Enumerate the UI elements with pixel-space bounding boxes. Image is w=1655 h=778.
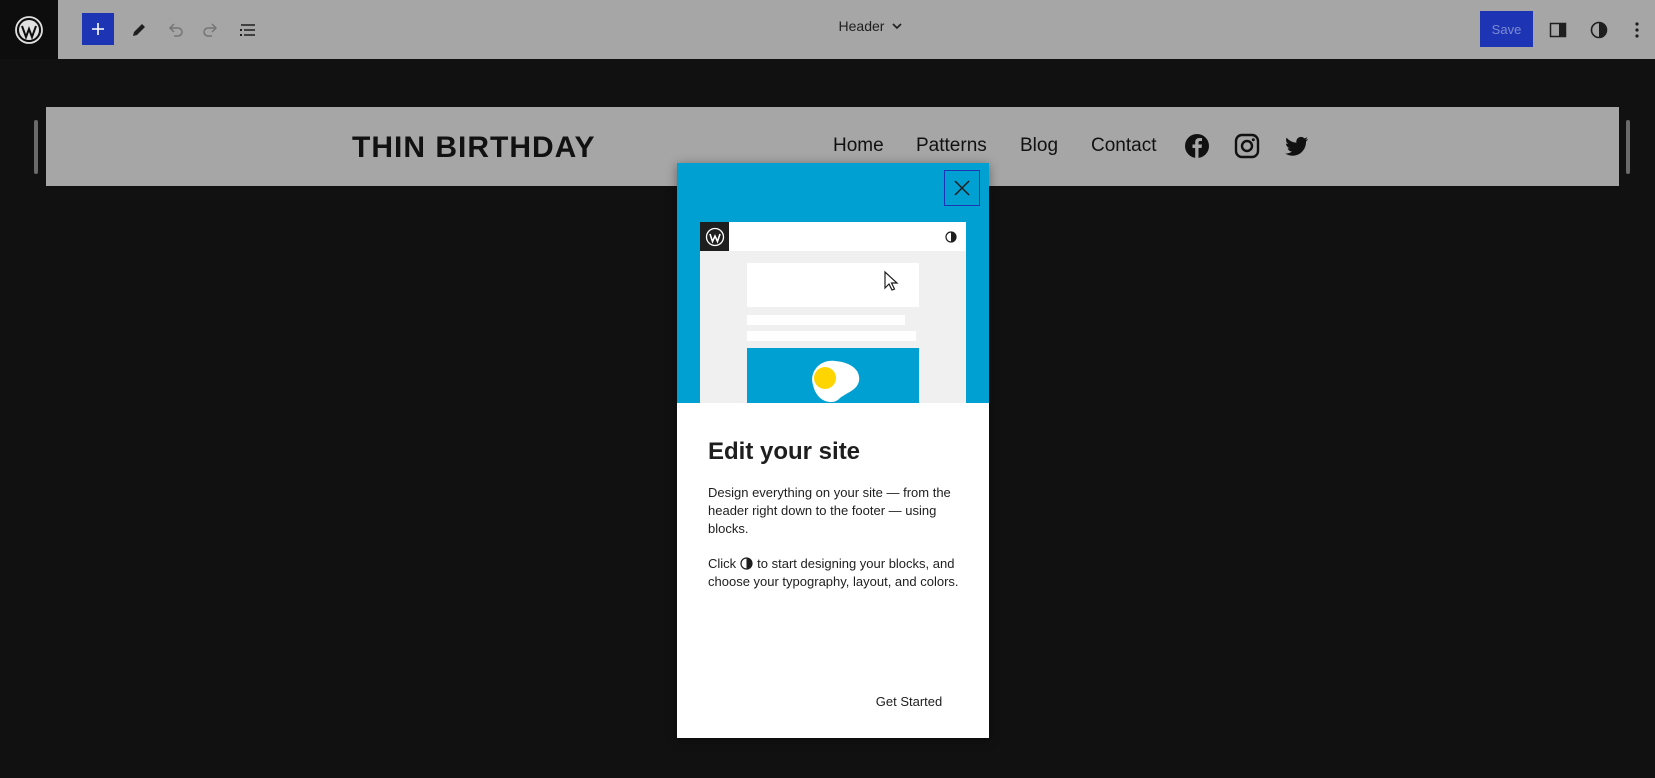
illustration-wordpress-icon (700, 222, 729, 251)
illustration-image (747, 348, 919, 403)
document-title-button[interactable]: Header (839, 18, 905, 34)
document-title: Header (838, 18, 885, 34)
right-resize-handle[interactable] (1626, 120, 1630, 174)
modal-description: Design everything on your site — from th… (708, 485, 951, 536)
styles-icon (1590, 21, 1608, 39)
nav-item-home[interactable]: Home (833, 135, 884, 157)
more-vertical-icon (1635, 22, 1639, 38)
nav-item-blog[interactable]: Blog (1020, 135, 1058, 157)
save-button[interactable]: Save (1480, 11, 1533, 47)
welcome-guide-illustration (677, 163, 989, 403)
instagram-link[interactable] (1233, 132, 1261, 160)
illustration-toolbar (700, 222, 966, 251)
left-resize-handle[interactable] (34, 120, 38, 174)
cursor-icon (884, 270, 899, 291)
modal-instructions: Click to start designing your blocks, and… (708, 555, 964, 591)
editor-illustration (700, 222, 966, 403)
facebook-link[interactable] (1183, 132, 1211, 160)
close-icon (954, 180, 970, 196)
styles-button[interactable] (1581, 12, 1617, 48)
twitter-link[interactable] (1283, 132, 1311, 160)
illustration-line (747, 331, 916, 341)
nav-item-patterns[interactable]: Patterns (916, 135, 987, 157)
document-title-bar: Header (0, 18, 1655, 34)
instructions-prefix: Click (708, 556, 737, 571)
options-button[interactable] (1619, 12, 1655, 48)
editor-toolbar: Header Save (0, 0, 1655, 59)
site-title[interactable]: THIN BIRTHDAY (352, 131, 596, 165)
welcome-guide-modal: Edit your site Design everything on your… (677, 163, 989, 738)
facebook-icon (1185, 134, 1209, 158)
nav-item-contact[interactable]: Contact (1091, 135, 1156, 157)
twitter-icon (1285, 136, 1308, 156)
sidebar-icon (1549, 22, 1567, 38)
illustration-styles-icon (945, 231, 957, 243)
illustration-line (747, 315, 905, 325)
instagram-icon (1234, 133, 1260, 159)
get-started-button[interactable]: Get Started (864, 685, 954, 717)
close-button[interactable] (944, 170, 980, 206)
chevron-down-icon (892, 23, 903, 30)
styles-icon (740, 557, 753, 570)
settings-sidebar-button[interactable] (1540, 12, 1576, 48)
modal-heading: Edit your site (708, 438, 861, 465)
fried-egg-icon (812, 360, 860, 403)
